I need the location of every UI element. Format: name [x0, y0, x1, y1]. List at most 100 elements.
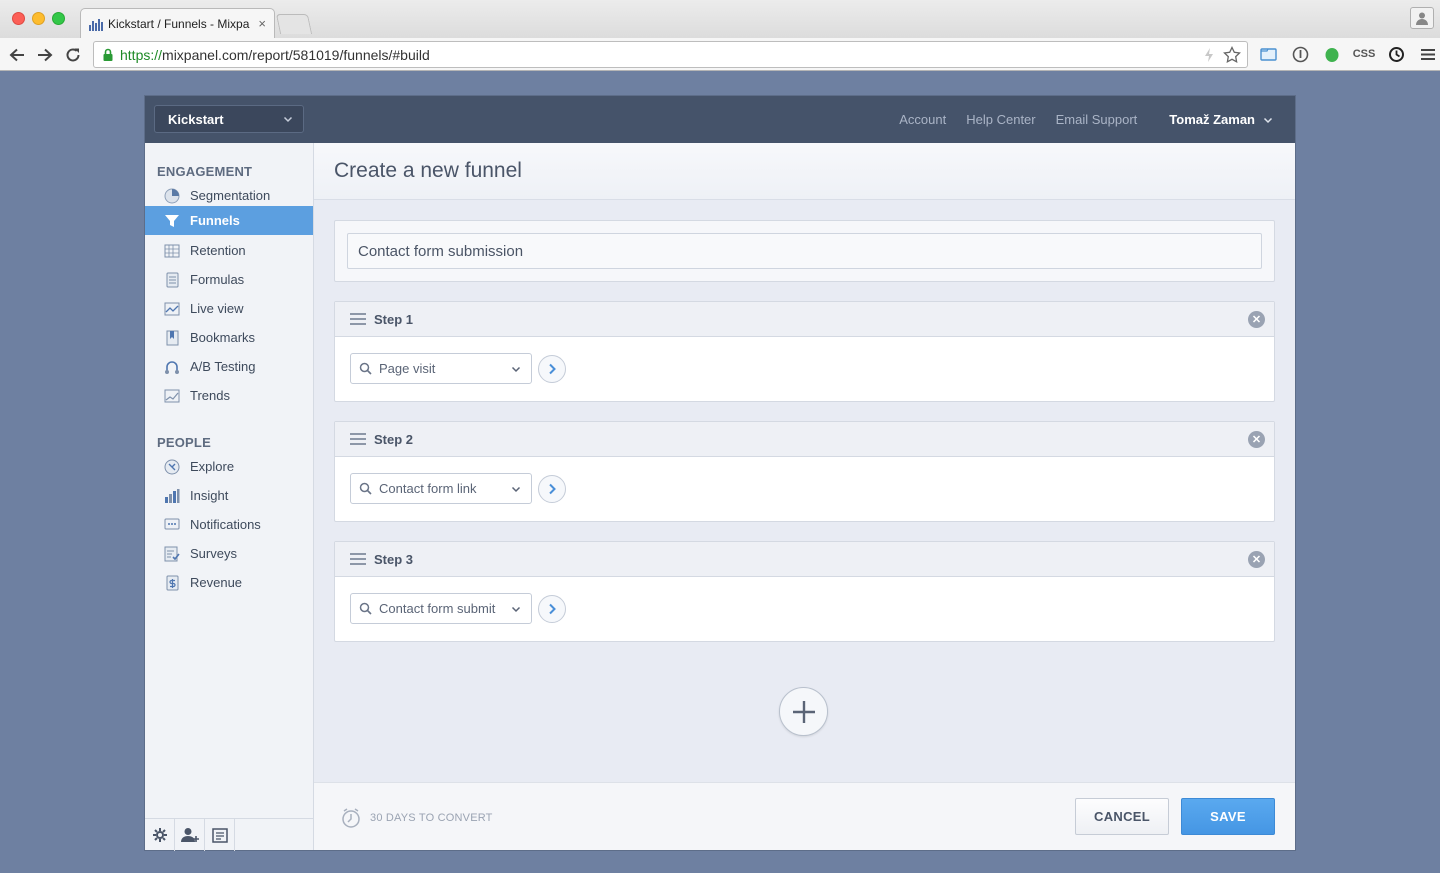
- bookmark-star-icon[interactable]: [1223, 46, 1241, 64]
- sidebar-item-trends[interactable]: Trends: [145, 381, 313, 410]
- css-extension-icon[interactable]: CSS: [1353, 44, 1376, 64]
- new-tab-button[interactable]: [275, 14, 313, 34]
- step-header: Step 1 ✕: [335, 302, 1274, 337]
- drag-handle-icon[interactable]: [350, 433, 366, 448]
- search-icon: [359, 362, 372, 375]
- sidebar-item-explore[interactable]: Explore: [145, 452, 313, 481]
- url-path: mixpanel.com/report/581019/funnels/#buil…: [162, 46, 430, 63]
- sidebar-item-live-view[interactable]: Live view: [145, 294, 313, 323]
- dollar-icon: [163, 574, 181, 592]
- event-selector[interactable]: Page visit: [350, 353, 532, 384]
- person-icon: [1416, 12, 1428, 25]
- conversion-window-control[interactable]: 30 DAYS TO CONVERT: [340, 807, 493, 829]
- app-header: Kickstart Account Help Center Email Supp…: [145, 96, 1295, 143]
- funnel-footer: 30 DAYS TO CONVERT CANCEL SAVE: [314, 782, 1295, 850]
- mixpanel-app: Kickstart Account Help Center Email Supp…: [145, 96, 1295, 851]
- sidebar-item-funnels[interactable]: Funnels: [145, 206, 313, 235]
- pie-chart-icon: [163, 187, 181, 205]
- forward-button[interactable]: [35, 45, 55, 65]
- sidebar-item-bookmarks[interactable]: Bookmarks: [145, 323, 313, 352]
- project-selector[interactable]: Kickstart: [154, 105, 304, 133]
- remove-step-icon[interactable]: ✕: [1248, 311, 1265, 328]
- event-selector[interactable]: Contact form link: [350, 473, 532, 504]
- funnel-step-1: Step 1 ✕ Page visit: [334, 301, 1275, 402]
- sidebar-item-revenue[interactable]: Revenue: [145, 568, 313, 597]
- ab-test-icon: [163, 358, 181, 376]
- chevron-down-icon: [511, 366, 521, 373]
- section-title-engagement: ENGAGEMENT: [157, 164, 253, 179]
- page-header: Create a new funnel: [314, 143, 1295, 200]
- help-center-link[interactable]: Help Center: [966, 112, 1035, 127]
- drag-handle-icon[interactable]: [350, 553, 366, 568]
- browser-toolbar: https://mixpanel.com/report/581019/funne…: [0, 38, 1440, 71]
- tab-close-icon[interactable]: ×: [258, 16, 266, 31]
- settings-button[interactable]: [145, 819, 175, 851]
- event-name: Contact form link: [379, 481, 477, 496]
- calculator-icon: [163, 271, 181, 289]
- sidebar: ENGAGEMENT Segmentation Funnels Retentio…: [145, 143, 314, 851]
- remove-step-icon[interactable]: ✕: [1248, 431, 1265, 448]
- email-support-link[interactable]: Email Support: [1056, 112, 1138, 127]
- chevron-down-icon: [1263, 117, 1273, 123]
- invite-user-button[interactable]: [175, 819, 205, 851]
- remove-step-icon[interactable]: ✕: [1248, 551, 1265, 568]
- event-name: Page visit: [379, 361, 436, 376]
- sidebar-item-label: Formulas: [190, 272, 245, 287]
- sidebar-item-ab-testing[interactable]: A/B Testing: [145, 352, 313, 381]
- profile-button[interactable]: [1410, 7, 1434, 29]
- sidebar-item-insight[interactable]: Insight: [145, 481, 313, 510]
- funnel-step-3: Step 3 ✕ Contact form submit: [334, 541, 1275, 642]
- step-properties-button[interactable]: [538, 355, 566, 383]
- add-step-button[interactable]: [779, 687, 828, 736]
- step-properties-button[interactable]: [538, 595, 566, 623]
- browser-tab[interactable]: Kickstart / Funnels - Mixpa ×: [80, 8, 275, 38]
- close-window-button[interactable]: [12, 12, 25, 25]
- user-menu[interactable]: Tomaž Zaman: [1169, 112, 1273, 127]
- documentation-button[interactable]: [205, 819, 235, 851]
- lightning-icon[interactable]: [1203, 47, 1215, 63]
- sidebar-item-label: Notifications: [190, 517, 261, 532]
- cancel-button[interactable]: CANCEL: [1075, 798, 1169, 835]
- event-name: Contact form submit: [379, 601, 496, 616]
- project-name: Kickstart: [168, 111, 224, 127]
- sidebar-item-surveys[interactable]: Surveys: [145, 539, 313, 568]
- sidebar-item-label: Bookmarks: [190, 330, 256, 345]
- minimize-window-button[interactable]: [32, 12, 45, 25]
- zoom-window-button[interactable]: [52, 12, 65, 25]
- sidebar-item-label: Live view: [190, 301, 244, 316]
- step-properties-button[interactable]: [538, 475, 566, 503]
- timer-extension-icon[interactable]: [1386, 44, 1406, 64]
- step-label: Step 3: [374, 552, 414, 567]
- evernote-extension-icon[interactable]: [1322, 44, 1342, 64]
- drag-handle-icon[interactable]: [350, 313, 366, 328]
- sidebar-item-notifications[interactable]: Notifications: [145, 510, 313, 539]
- address-bar[interactable]: https://mixpanel.com/report/581019/funne…: [93, 41, 1248, 68]
- menu-icon[interactable]: [1418, 44, 1438, 64]
- sidebar-item-label: Segmentation: [190, 188, 271, 203]
- chevron-down-icon: [283, 116, 293, 123]
- reload-icon: [66, 48, 80, 62]
- event-selector[interactable]: Contact form submit: [350, 593, 532, 624]
- mixpanel-favicon-icon: [89, 17, 103, 31]
- save-button[interactable]: SAVE: [1181, 798, 1275, 835]
- step-header: Step 3 ✕: [335, 542, 1274, 577]
- search-icon: [359, 602, 372, 615]
- main-content: Create a new funnel Step 1 ✕ Page visit: [314, 143, 1295, 850]
- user-name: Tomaž Zaman: [1169, 112, 1255, 127]
- sidebar-item-formulas[interactable]: Formulas: [145, 265, 313, 294]
- chevron-right-icon: [549, 603, 556, 615]
- arrow-right-icon: [38, 48, 53, 62]
- url-scheme: https://: [120, 46, 163, 63]
- funnel-name-input[interactable]: [347, 233, 1262, 269]
- step-header: Step 2 ✕: [335, 422, 1274, 457]
- account-link[interactable]: Account: [899, 112, 946, 127]
- reload-button[interactable]: [63, 45, 83, 65]
- lock-icon: [103, 48, 113, 61]
- back-button[interactable]: [7, 45, 27, 65]
- checklist-icon: [163, 545, 181, 563]
- info-extension-icon[interactable]: [1290, 44, 1310, 64]
- sidebar-item-retention[interactable]: Retention: [145, 236, 313, 265]
- clock-icon: [340, 807, 362, 829]
- folder-extension-icon[interactable]: [1258, 44, 1278, 64]
- chevron-right-icon: [549, 483, 556, 495]
